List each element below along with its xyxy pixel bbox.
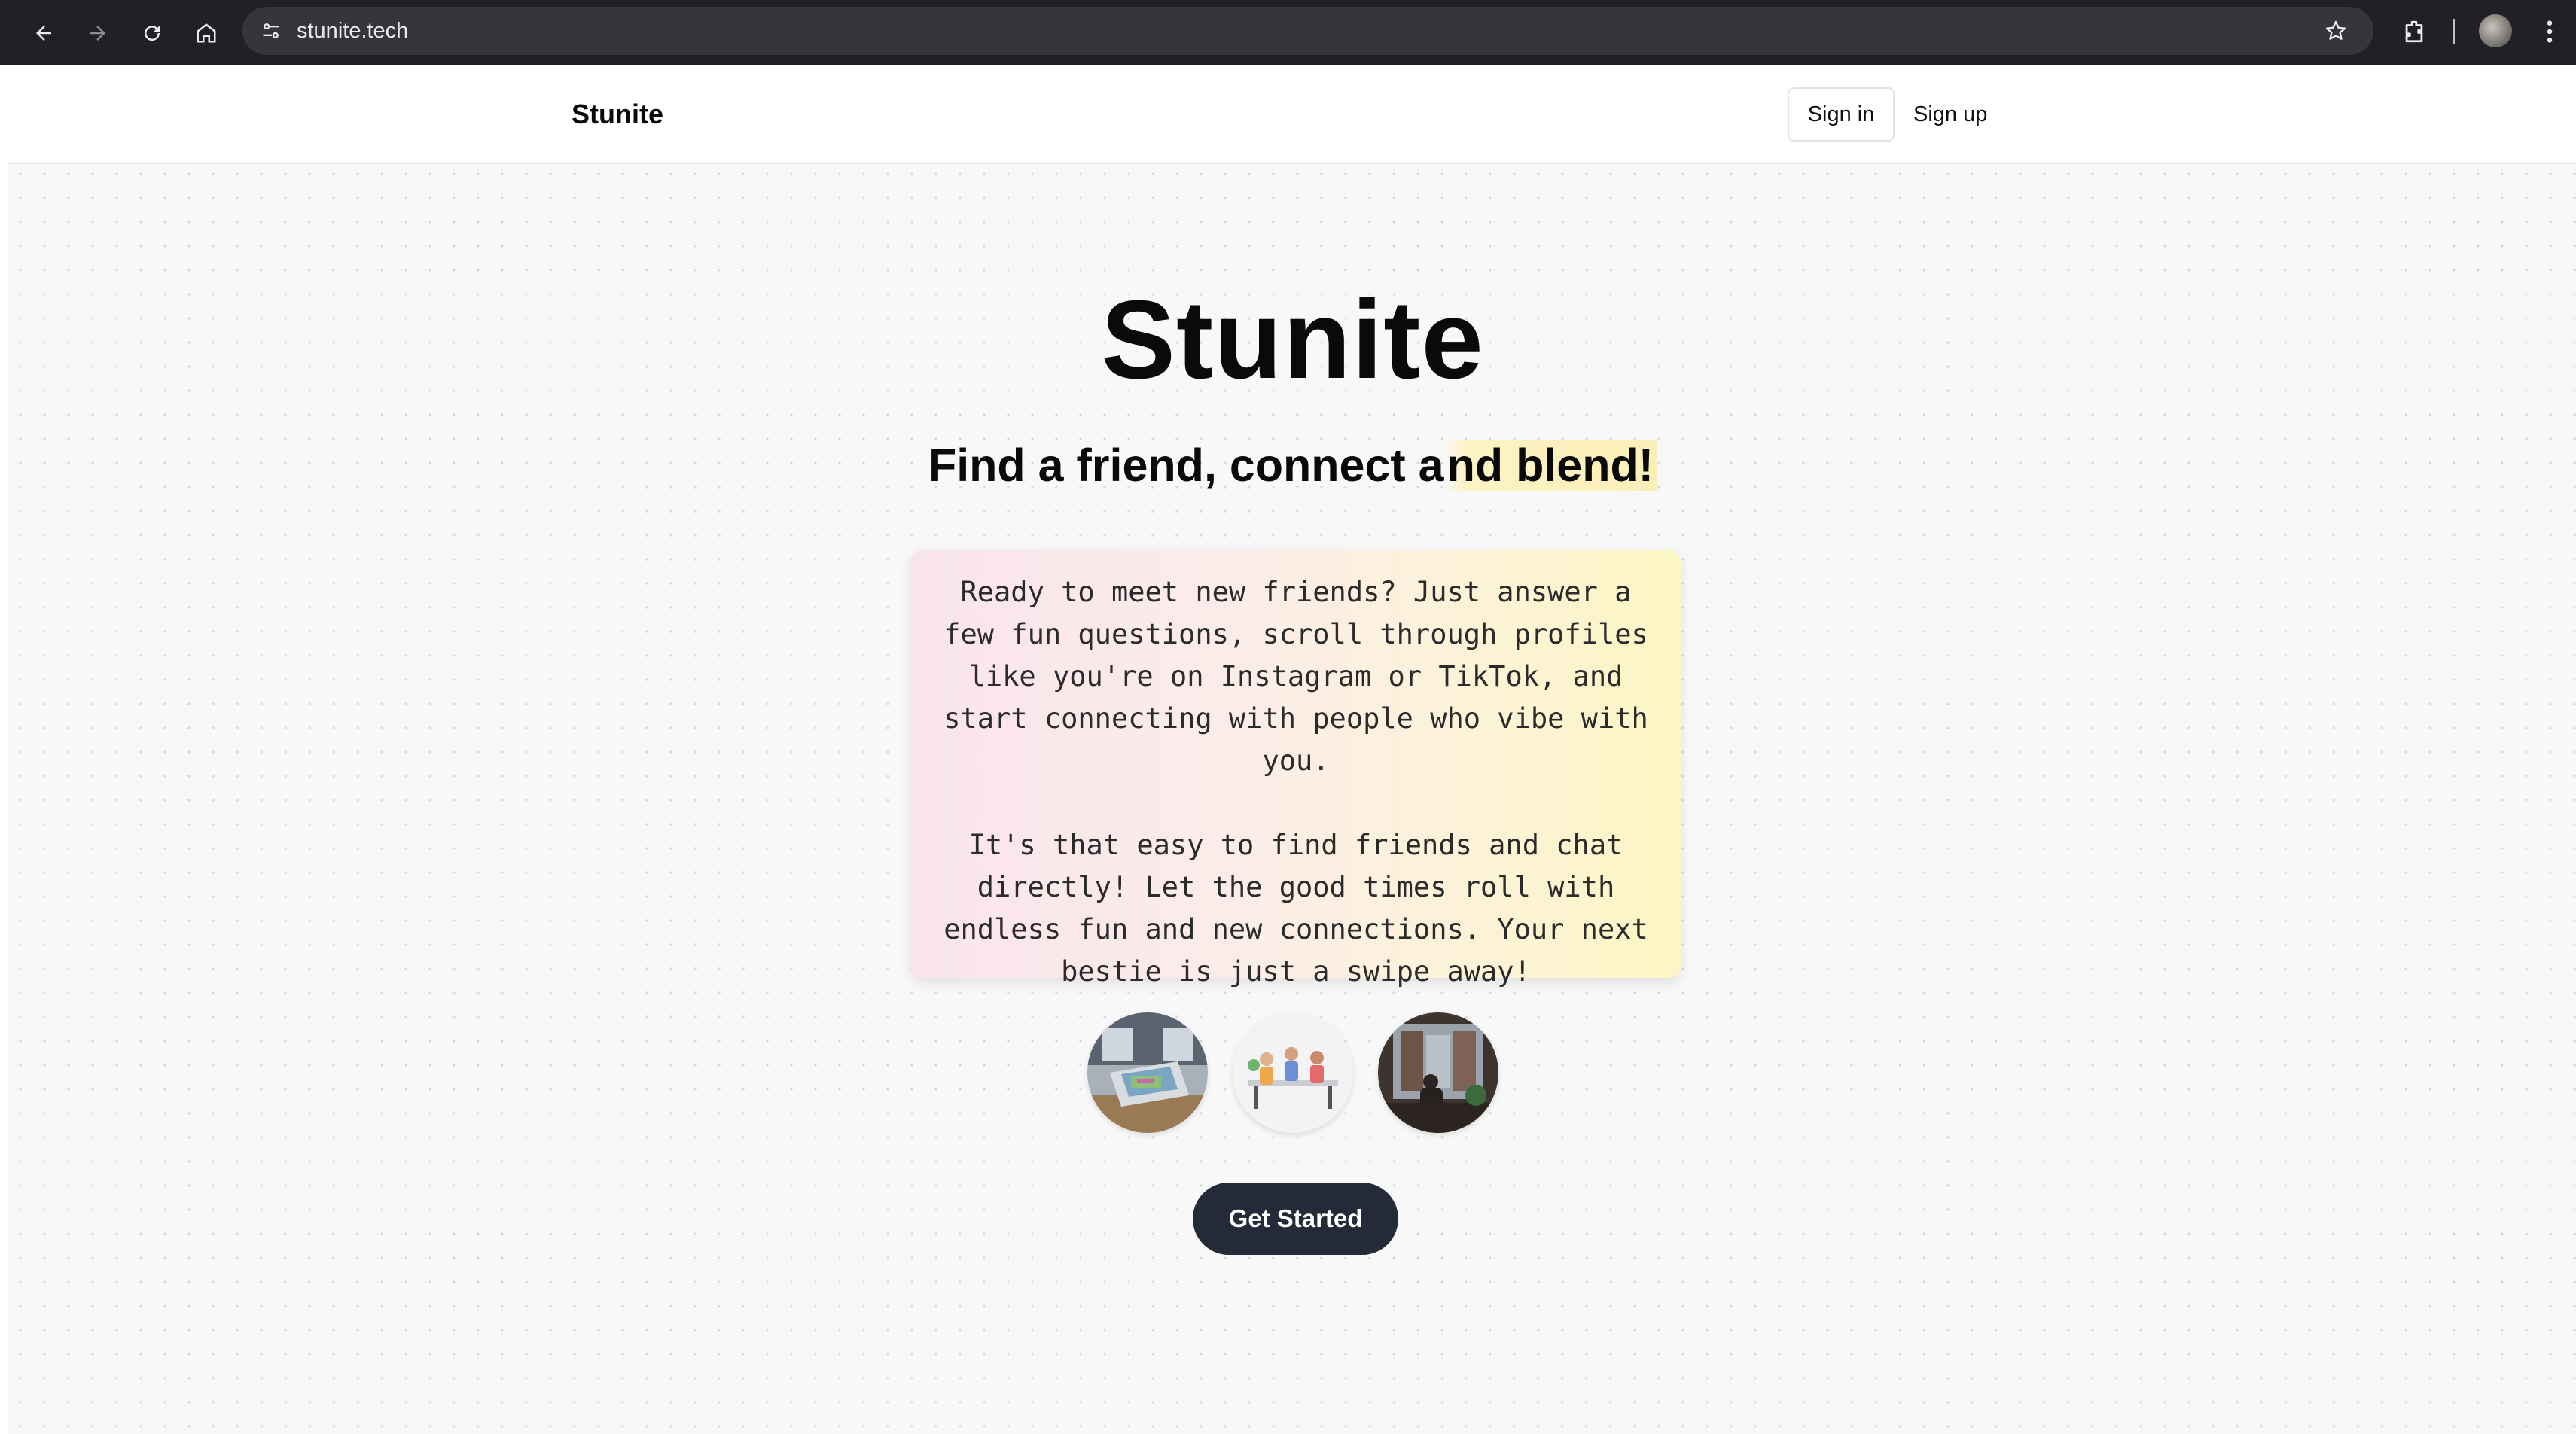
get-started-button[interactable]: Get Started: [1193, 1183, 1398, 1255]
site-info-icon[interactable]: [250, 10, 292, 52]
reload-icon[interactable]: [131, 12, 173, 54]
site-header: Stunite Sign in Sign up: [8, 65, 2576, 164]
url-text[interactable]: stunite.tech: [297, 19, 408, 44]
avatar-window-illustration: [1377, 1012, 1498, 1133]
back-arrow-icon[interactable]: [23, 12, 65, 54]
tagline-text: Find a friend, connect a: [928, 440, 1444, 491]
page-content: Stunite Sign in Sign up Stunite Find a f…: [8, 65, 2576, 1434]
profile-avatar[interactable]: [2479, 14, 2512, 47]
avatar-room-illustration: [1087, 1012, 1208, 1133]
hero-title: Stunite: [1101, 278, 1484, 402]
kebab-menu-icon[interactable]: [2532, 14, 2568, 50]
description-paragraph-1: Ready to meet new friends? Just answer a…: [944, 576, 1648, 777]
sign-in-button[interactable]: Sign in: [1788, 87, 1895, 142]
home-icon[interactable]: [185, 12, 227, 54]
description-paragraph-2: It's that easy to find friends and chat …: [944, 829, 1648, 988]
tagline-highlight: nd blend!: [1443, 440, 1657, 491]
extensions-icon[interactable]: [2395, 12, 2434, 51]
illustration-avatars: [8, 1012, 2576, 1133]
brand-logo-text[interactable]: Stunite: [572, 99, 663, 130]
forward-arrow-icon[interactable]: [77, 12, 119, 54]
bookmark-star-icon[interactable]: [2319, 14, 2352, 47]
sign-up-button[interactable]: Sign up: [1913, 87, 1987, 142]
hero-tagline: Find a friend, connect and blend!: [8, 439, 2576, 492]
toolbar-divider: [2453, 19, 2455, 44]
avatar-friends-illustration: [1232, 1012, 1353, 1133]
description-card: Ready to meet new friends? Just answer a…: [911, 550, 1681, 988]
address-bar[interactable]: stunite.tech: [242, 7, 2373, 55]
